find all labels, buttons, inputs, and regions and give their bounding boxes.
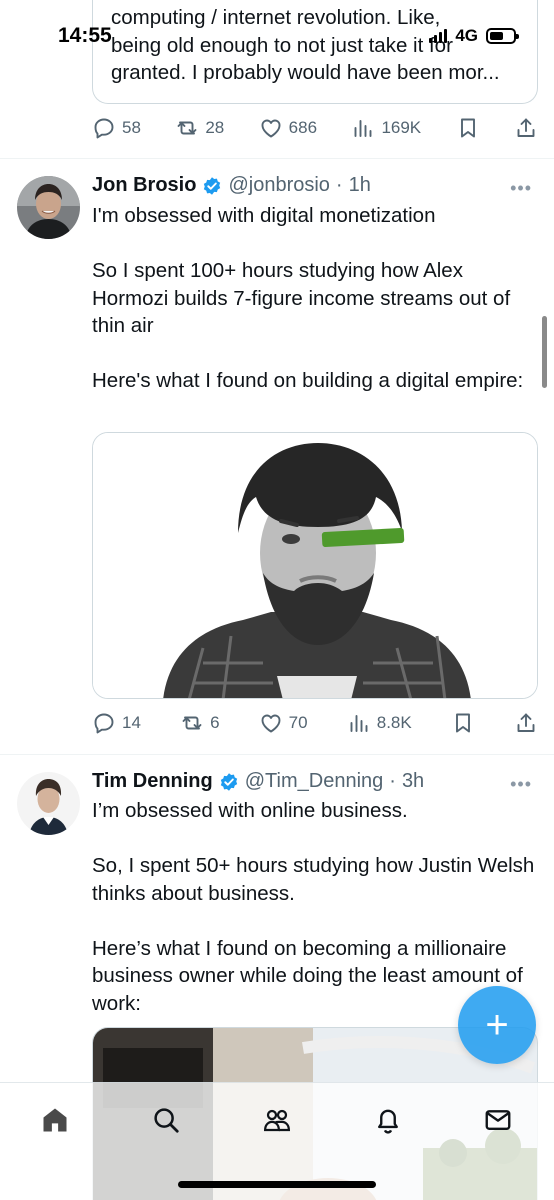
post-time: 3h <box>401 770 425 792</box>
reply-icon <box>92 116 116 140</box>
home-indicator <box>178 1181 376 1188</box>
repost-icon <box>175 116 199 140</box>
bookmark-button[interactable] <box>456 116 480 140</box>
home-icon <box>43 1108 67 1132</box>
like-button[interactable]: 70 <box>259 711 308 735</box>
like-icon <box>259 116 283 140</box>
views-icon <box>347 711 371 735</box>
reply-button[interactable]: 14 <box>92 711 141 735</box>
reply-icon <box>92 711 116 735</box>
scrollbar[interactable] <box>542 316 547 388</box>
repost-button[interactable]: 28 <box>175 116 224 140</box>
tab-communities[interactable] <box>257 1103 297 1137</box>
verified-badge-icon <box>202 176 222 196</box>
bookmark-button[interactable] <box>451 711 475 735</box>
quoted-post[interactable]: computing / internet revolution. Like, b… <box>92 0 538 104</box>
repost-count: 28 <box>205 118 225 137</box>
reply-button[interactable]: 58 <box>92 116 141 140</box>
like-count: 70 <box>288 713 308 732</box>
share-icon <box>514 116 538 140</box>
post-text: I'm obsessed with digital monetization S… <box>92 202 542 395</box>
separator: · <box>335 174 343 196</box>
post-divider <box>0 754 554 755</box>
views-icon <box>351 116 375 140</box>
post-time: 1h <box>348 174 371 196</box>
messages-icon <box>485 1110 511 1130</box>
search-icon <box>154 1108 179 1133</box>
like-button[interactable]: 686 <box>259 116 317 140</box>
tab-messages[interactable] <box>478 1103 518 1137</box>
share-button[interactable] <box>514 116 538 140</box>
post-header: Jon Brosio @jonbrosio · 1h <box>92 174 371 197</box>
notifications-icon <box>378 1109 398 1134</box>
author-handle[interactable]: @Tim_Denning <box>245 770 384 793</box>
like-count: 686 <box>288 118 318 137</box>
more-options-button[interactable]: ••• <box>510 774 532 795</box>
more-options-button[interactable]: ••• <box>510 178 532 199</box>
views-count: 8.8K <box>376 713 412 732</box>
views-button[interactable]: 169K <box>351 116 421 140</box>
avatar[interactable] <box>17 772 80 835</box>
share-button[interactable] <box>514 711 538 735</box>
post-paragraph: So, I spent 50+ hours studying how Justi… <box>92 854 535 905</box>
compose-button[interactable]: + <box>458 986 536 1064</box>
post-actions: 58 28 686 169K <box>92 113 538 143</box>
post-header: Tim Denning @Tim_Denning · 3h <box>92 770 424 793</box>
post-paragraph: I'm obsessed with digital monetization <box>92 204 436 227</box>
share-icon <box>514 711 538 735</box>
author-name[interactable]: Tim Denning <box>92 770 213 793</box>
repost-count: 6 <box>210 713 220 732</box>
post-paragraph: I’m obsessed with online business. <box>92 799 408 822</box>
repost-icon <box>180 711 204 735</box>
plus-icon: + <box>485 1002 509 1047</box>
author-name[interactable]: Jon Brosio <box>92 174 196 197</box>
bookmark-icon <box>451 711 475 735</box>
repost-button[interactable]: 6 <box>180 711 220 735</box>
tab-search[interactable] <box>146 1103 186 1137</box>
separator: · <box>389 770 396 792</box>
post-image[interactable] <box>92 432 538 699</box>
like-icon <box>259 711 283 735</box>
post-divider <box>0 158 554 159</box>
avatar[interactable] <box>17 176 80 239</box>
communities-icon <box>263 1109 291 1132</box>
views-button[interactable]: 8.8K <box>347 711 412 735</box>
tab-home[interactable] <box>35 1103 75 1137</box>
bookmark-icon <box>456 116 480 140</box>
quoted-post-text: computing / internet revolution. Like, b… <box>111 6 500 84</box>
views-count: 169K <box>381 118 422 137</box>
post-paragraph: So I spent 100+ hours studying how Alex … <box>92 259 511 337</box>
author-handle[interactable]: @jonbrosio <box>228 174 329 197</box>
post-text: I’m obsessed with online business. So, I… <box>92 797 542 1017</box>
post-paragraph: Here's what I found on building a digita… <box>92 369 524 392</box>
reply-count: 58 <box>122 118 141 137</box>
tab-notifications[interactable] <box>368 1103 408 1137</box>
post-actions: 14 6 70 8.8K <box>92 708 538 738</box>
verified-badge-icon <box>219 772 239 792</box>
reply-count: 14 <box>122 713 141 732</box>
